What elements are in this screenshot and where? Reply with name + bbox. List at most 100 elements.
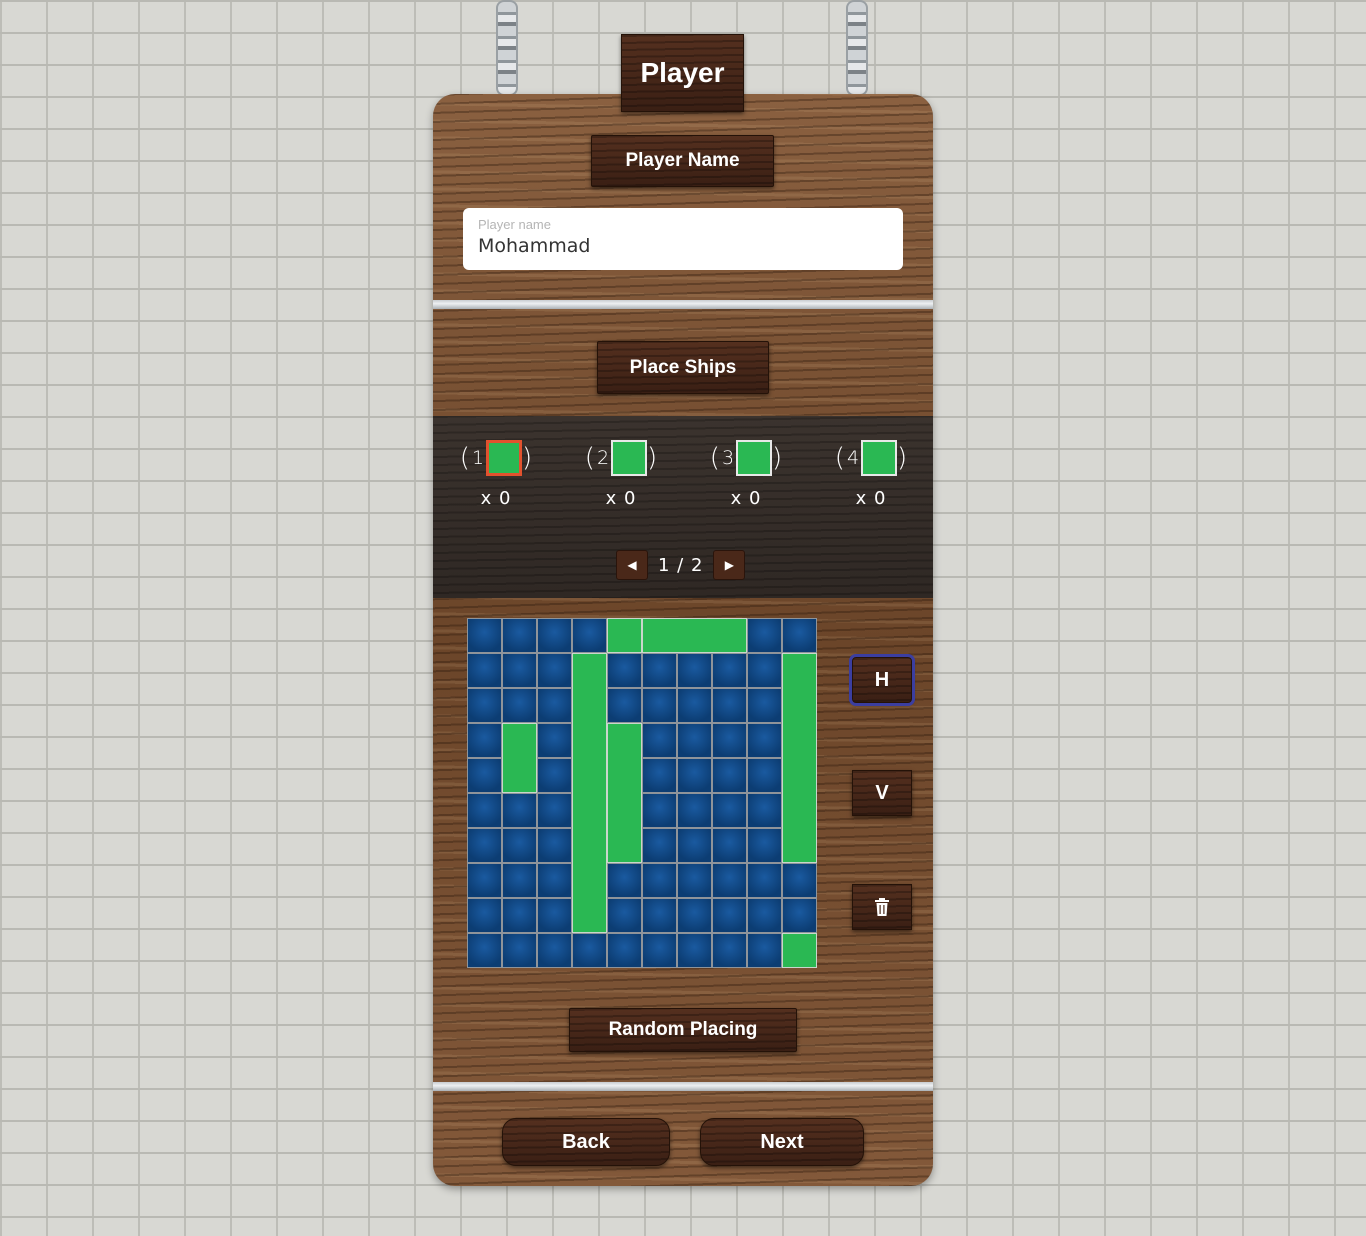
grid-cell[interactable] (712, 723, 747, 758)
grid-cell[interactable] (677, 898, 712, 933)
ship-option-1[interactable]: (1) x 0 (451, 438, 541, 509)
grid-cell[interactable] (677, 758, 712, 793)
grid-cell[interactable] (712, 653, 747, 688)
placed-ship[interactable] (572, 653, 607, 933)
grid-cell[interactable] (502, 828, 537, 863)
grid-cell[interactable] (607, 898, 642, 933)
player-name-field[interactable]: Player name (463, 208, 903, 270)
ship-size: 3 (721, 447, 735, 469)
grid-cell[interactable] (642, 758, 677, 793)
grid-cell[interactable] (537, 618, 572, 653)
grid-cell[interactable] (537, 828, 572, 863)
grid-cell[interactable] (747, 618, 782, 653)
ship-option-2[interactable]: (2) x 0 (576, 438, 666, 509)
back-button[interactable]: Back (502, 1118, 670, 1166)
grid-cell[interactable] (467, 653, 502, 688)
placed-ship[interactable] (642, 618, 747, 653)
grid-cell[interactable] (502, 898, 537, 933)
pager-text: 1 / 2 (658, 554, 704, 576)
ship-option-3[interactable]: (3) x 0 (701, 438, 791, 509)
grid-cell[interactable] (747, 898, 782, 933)
grid-cell[interactable] (502, 793, 537, 828)
grid-cell[interactable] (537, 793, 572, 828)
grid-cell[interactable] (747, 933, 782, 968)
grid-cell[interactable] (467, 758, 502, 793)
grid-cell[interactable] (782, 863, 817, 898)
grid-cell[interactable] (502, 933, 537, 968)
vertical-button[interactable]: V (852, 770, 912, 816)
grid-cell[interactable] (712, 898, 747, 933)
grid-cell[interactable] (642, 688, 677, 723)
placed-ship[interactable] (502, 723, 537, 793)
placed-ship[interactable] (782, 653, 817, 863)
grid-cell[interactable] (747, 723, 782, 758)
grid-cell[interactable] (712, 933, 747, 968)
grid-cell[interactable] (467, 723, 502, 758)
delete-button[interactable] (852, 884, 912, 930)
grid-cell[interactable] (537, 898, 572, 933)
trash-icon (875, 898, 889, 916)
grid-cell[interactable] (677, 933, 712, 968)
grid-cell[interactable] (712, 688, 747, 723)
grid-cell[interactable] (467, 688, 502, 723)
grid-cell[interactable] (572, 933, 607, 968)
grid-cell[interactable] (747, 653, 782, 688)
grid-cell[interactable] (747, 758, 782, 793)
player-name-input[interactable] (478, 235, 888, 257)
grid-cell[interactable] (537, 723, 572, 758)
grid-cell[interactable] (747, 828, 782, 863)
grid-cell[interactable] (537, 863, 572, 898)
grid-cell[interactable] (712, 758, 747, 793)
grid-cell[interactable] (502, 618, 537, 653)
grid-cell[interactable] (712, 863, 747, 898)
grid-cell[interactable] (467, 933, 502, 968)
grid-cell[interactable] (607, 933, 642, 968)
grid-cell[interactable] (642, 898, 677, 933)
horizontal-button[interactable]: H (849, 654, 915, 706)
grid-cell[interactable] (502, 688, 537, 723)
grid-cell[interactable] (747, 688, 782, 723)
grid-cell[interactable] (467, 793, 502, 828)
grid-cell[interactable] (572, 618, 607, 653)
grid-cell[interactable] (537, 653, 572, 688)
grid-cell[interactable] (607, 653, 642, 688)
placement-grid[interactable] (467, 618, 817, 968)
ship-option-4[interactable]: (4) x 0 (826, 438, 916, 509)
grid-cell[interactable] (467, 828, 502, 863)
grid-cell[interactable] (677, 793, 712, 828)
grid-cell[interactable] (607, 688, 642, 723)
grid-cell[interactable] (677, 653, 712, 688)
grid-cell[interactable] (747, 863, 782, 898)
grid-cell[interactable] (712, 828, 747, 863)
grid-cell[interactable] (712, 793, 747, 828)
random-placing-button[interactable]: Random Placing (569, 1008, 797, 1052)
grid-cell[interactable] (782, 618, 817, 653)
grid-cell[interactable] (537, 758, 572, 793)
pager-next-button[interactable]: ▶ (713, 550, 746, 580)
grid-cell[interactable] (502, 863, 537, 898)
grid-cell[interactable] (642, 828, 677, 863)
grid-cell[interactable] (607, 863, 642, 898)
grid-cell[interactable] (677, 688, 712, 723)
grid-cell[interactable] (677, 863, 712, 898)
pager-prev-button[interactable]: ◀ (616, 550, 648, 580)
grid-cell[interactable] (747, 793, 782, 828)
grid-cell[interactable] (537, 933, 572, 968)
grid-cell[interactable] (642, 723, 677, 758)
grid-cell[interactable] (502, 653, 537, 688)
next-button[interactable]: Next (700, 1118, 864, 1166)
grid-cell[interactable] (467, 898, 502, 933)
placed-ship[interactable] (782, 933, 817, 968)
grid-cell[interactable] (677, 828, 712, 863)
grid-cell[interactable] (642, 653, 677, 688)
grid-cell[interactable] (642, 863, 677, 898)
placed-ship[interactable] (607, 723, 642, 863)
grid-cell[interactable] (642, 933, 677, 968)
grid-cell[interactable] (642, 793, 677, 828)
grid-cell[interactable] (537, 688, 572, 723)
grid-cell[interactable] (467, 863, 502, 898)
grid-cell[interactable] (467, 618, 502, 653)
grid-cell[interactable] (782, 898, 817, 933)
grid-cell[interactable] (677, 723, 712, 758)
placed-ship[interactable] (607, 618, 642, 653)
